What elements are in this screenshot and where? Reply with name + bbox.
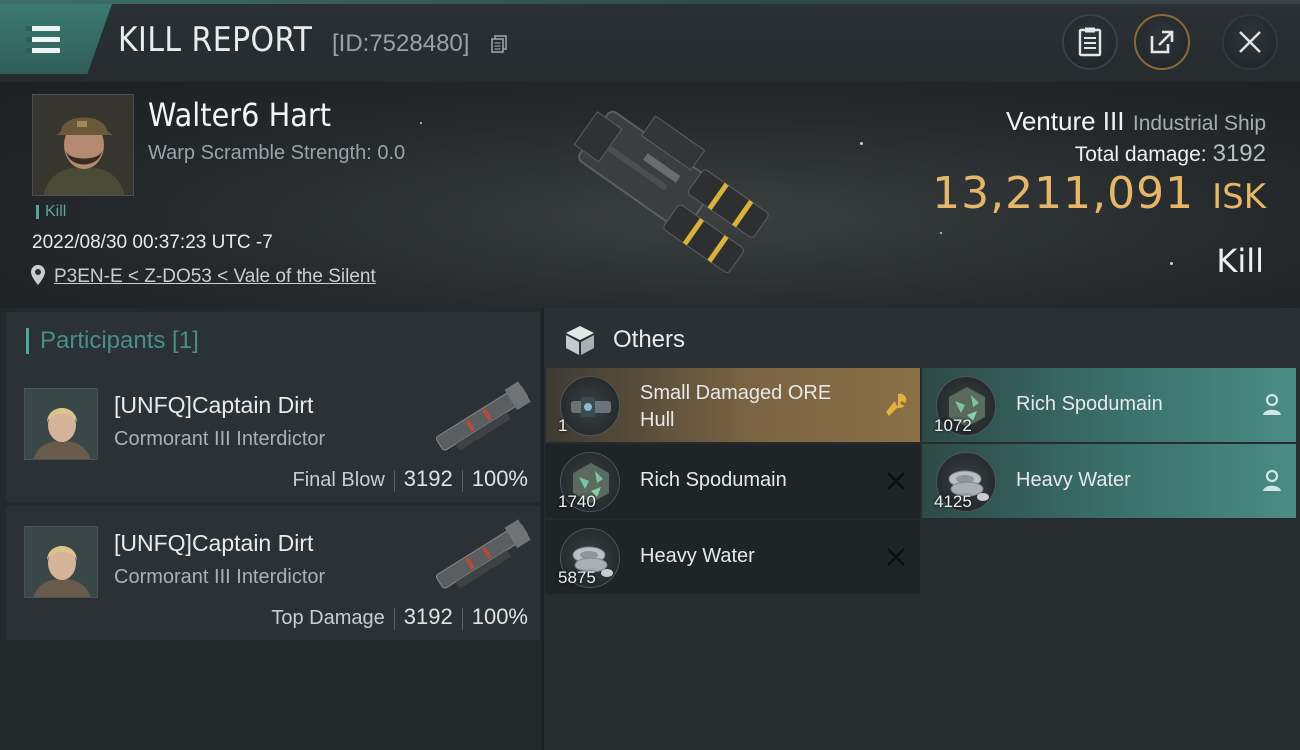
item-name: Small Damaged ORE Hull [640,382,832,431]
participant-percent: 100% [471,604,528,629]
hamburger-icon-notch [26,37,32,42]
report-id: [ID:7528480] [332,30,470,57]
clipboard-button[interactable] [1062,14,1118,70]
divider [393,469,395,492]
warp-scramble-strength: Warp Scramble Strength: 0.0 [148,142,406,164]
kill-tag: Kill [36,204,66,220]
item-thumbnail [560,376,620,436]
item-quantity: 1740 [558,492,596,511]
participant-role: Top Damage [271,607,385,629]
divider [393,607,395,630]
victim-ship-class: Industrial Ship [1132,112,1266,135]
kill-location-link[interactable]: P3EN-E < Z-DO53 < Vale of the Silent [54,266,376,288]
close-icon [1239,31,1261,53]
hamburger-icon-notch [26,48,32,53]
star [1170,262,1173,265]
participant-ship-image [435,381,531,451]
participant-ship: Cormorant III Interdictor [114,566,326,588]
total-damage-label: Total damage: [1074,143,1207,166]
total-damage-value: 3192 [1212,140,1266,167]
total-damage: Total damage: 3192 [1075,140,1266,168]
loot-item[interactable]: 1740 Rich Spodumain [546,444,920,518]
participant-role: Final Blow [292,469,385,491]
cross-icon [887,548,905,566]
item-name: Rich Spodumain [1016,393,1163,415]
victim-ship-name[interactable]: Venture III [1006,106,1125,136]
participant-avatar[interactable] [24,388,98,460]
star [940,232,942,234]
participants-panel: Participants [1] [UNFQ]Captain Dirt Corm… [0,308,541,750]
participant-ship-image [435,519,531,589]
person-icon [1263,393,1281,415]
loot-item[interactable]: 1 Small Damaged ORE Hull [546,368,920,442]
copy-icon[interactable] [491,35,507,53]
isk-value: 13,211,091 [932,168,1195,219]
share-button[interactable] [1134,14,1190,70]
loot-item[interactable]: 4125 Heavy Water [922,444,1296,518]
participant-card[interactable]: [UNFQ]Captain Dirt Cormorant III Interdi… [6,506,540,640]
participant-damage: 3192 [403,604,453,629]
victim-avatar[interactable] [32,94,134,196]
clipboard-icon [1078,27,1102,57]
pilot-portrait [33,95,133,195]
victim-ship-line: Venture III Industrial Ship [1006,106,1266,137]
menu-button[interactable] [0,4,112,74]
participant-stats: Top Damage 3192 100% [271,604,528,630]
isk-value-line: 13,211,091 ISK [932,168,1266,219]
participant-card[interactable]: [UNFQ]Captain Dirt Cormorant III Interdi… [6,368,540,502]
top-bar: KILL REPORT [ID:7528480] [0,0,1300,82]
item-quantity: 1072 [934,416,972,435]
participants-tab[interactable]: Participants [1] [6,312,540,370]
participant-percent: 100% [471,466,528,491]
participant-ship: Cormorant III Interdictor [114,428,326,450]
participant-stats: Final Blow 3192 100% [292,466,528,492]
star [860,142,863,145]
item-quantity: 4125 [934,492,972,511]
page-title: KILL REPORT [118,20,313,60]
item-quantity: 1 [558,416,568,435]
item-quantity: 5875 [558,568,596,587]
hamburger-icon-notch [26,26,32,31]
item-name: Heavy Water [640,545,755,567]
participant-portrait [25,527,97,597]
star [420,122,422,124]
participants-label: Participants [1] [40,327,199,354]
divider [461,607,463,630]
victim-summary: Walter6 Hart Warp Scramble Strength: 0.0… [0,82,1300,308]
isk-unit: ISK [1212,177,1266,217]
participant-portrait [25,389,97,459]
loot-item[interactable]: 5875 Heavy Water [546,520,920,594]
cargo-box-icon [566,326,594,355]
close-button[interactable] [1222,14,1278,70]
participant-avatar[interactable] [24,526,98,598]
tab-accent [26,328,29,354]
wrench-icon [886,393,907,417]
participant-damage: 3192 [403,466,453,491]
others-header: Others [544,308,1300,368]
result-label: Kill [1216,242,1264,280]
cross-icon [887,472,905,490]
kill-timestamp: 2022/08/30 00:37:23 UTC -7 [32,232,273,253]
others-panel: Others 1 Small Damaged ORE Hull 1072 Ric… [544,308,1300,750]
others-label: Others [613,326,686,353]
victim-name[interactable]: Walter6 Hart [148,96,331,134]
ore-hull-icon [571,397,611,417]
divider [461,469,463,492]
person-icon [1263,469,1281,491]
item-name: Rich Spodumain [640,469,787,491]
victim-ship-image [573,110,769,273]
location-pin-icon [31,265,45,285]
participant-name[interactable]: [UNFQ]Captain Dirt [114,530,313,557]
participant-name[interactable]: [UNFQ]Captain Dirt [114,392,313,419]
share-icon [1150,30,1174,54]
loot-item[interactable]: 1072 Rich Spodumain [922,368,1296,442]
item-name: Heavy Water [1016,469,1131,491]
